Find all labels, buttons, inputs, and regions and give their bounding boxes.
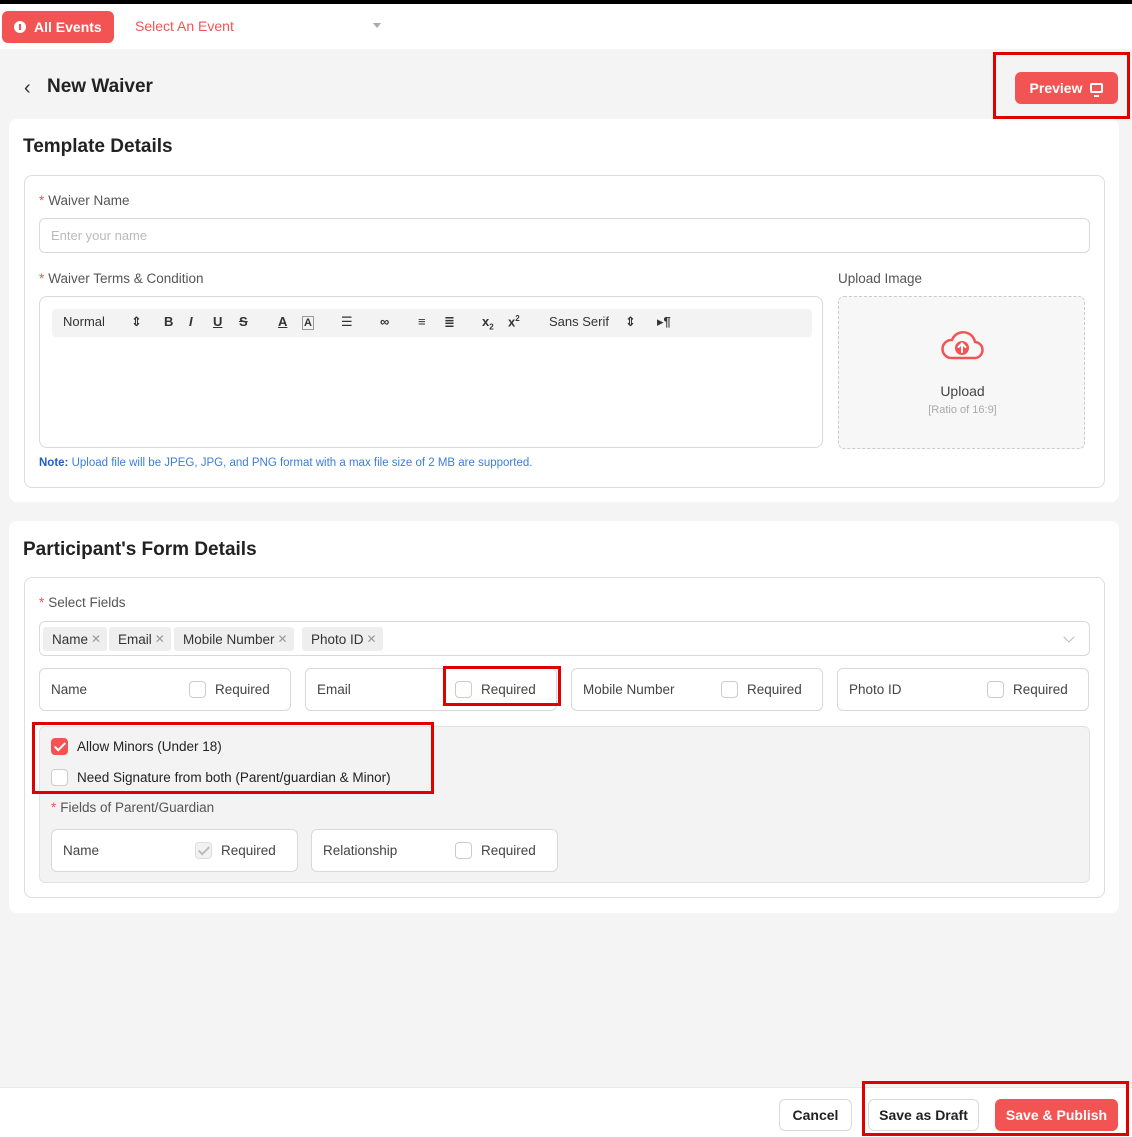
save-draft-button[interactable]: Save as Draft: [868, 1099, 979, 1131]
event-select[interactable]: Select An Event: [135, 18, 234, 34]
field-option-name: Name Required: [39, 668, 291, 711]
monitor-icon: [1090, 83, 1104, 97]
guardian-field-relationship: Relationship Required: [311, 829, 558, 872]
close-icon[interactable]: ✕: [278, 632, 288, 646]
select-fields-input[interactable]: Name ✕ Email ✕ Mobile Number ✕ Photo ID ✕: [39, 621, 1090, 656]
field-option-photo-id: Photo ID Required: [837, 668, 1089, 711]
close-icon[interactable]: ✕: [91, 632, 101, 646]
both-signature-checkbox[interactable]: [51, 769, 68, 786]
all-events-button[interactable]: All Events: [2, 11, 114, 43]
cancel-button[interactable]: Cancel: [779, 1099, 852, 1131]
terms-editor[interactable]: Normal ⇕ B I U S A A ☰ ∞ ≡ ≣ x2 x2 Sans …: [39, 296, 823, 448]
font-select-arrow-icon[interactable]: ⇕: [625, 314, 636, 330]
upload-hint: [Ratio of 16:9]: [928, 404, 997, 416]
required-checkbox[interactable]: [987, 681, 1004, 698]
save-publish-button[interactable]: Save & Publish: [995, 1099, 1118, 1131]
required-checkbox[interactable]: [455, 842, 472, 859]
field-tag[interactable]: Name ✕: [43, 627, 108, 651]
font-select[interactable]: Sans Serif: [549, 314, 609, 329]
preview-label: Preview: [1029, 80, 1083, 96]
participant-details-card: Participant's Form Details * Select Field…: [9, 521, 1119, 913]
required-checkbox[interactable]: [195, 842, 212, 859]
bold-icon[interactable]: B: [164, 314, 173, 329]
superscript-icon[interactable]: x2: [508, 314, 520, 329]
top-bar: All Events Select An Event: [0, 4, 1132, 49]
preview-button[interactable]: Preview: [1015, 72, 1118, 104]
both-signature-label: Need Signature from both (Parent/guardia…: [77, 770, 391, 785]
underline-icon[interactable]: U: [213, 314, 222, 329]
close-icon[interactable]: ✕: [367, 632, 377, 646]
required-checkbox[interactable]: [455, 681, 472, 698]
chevron-down-icon[interactable]: [1063, 631, 1075, 643]
guardian-fields-label: * Fields of Parent/Guardian: [51, 800, 215, 815]
section-title: Participant's Form Details: [23, 539, 257, 560]
field-tag[interactable]: Photo ID ✕: [302, 627, 383, 651]
field-tag[interactable]: Email ✕: [109, 627, 171, 651]
header-select-arrow-icon[interactable]: ⇕: [131, 314, 142, 330]
participant-form: * Select Fields Name ✕ Email ✕ Mobile Numbe…: [24, 577, 1105, 898]
field-option-email: Email Required: [305, 668, 557, 711]
section-title: Template Details: [23, 136, 173, 157]
upload-image-label: Upload Image: [838, 271, 923, 286]
field-option-mobile-number: Mobile Number Required: [571, 668, 823, 711]
italic-icon[interactable]: I: [189, 314, 193, 329]
editor-toolbar: Normal ⇕ B I U S A A ☰ ∞ ≡ ≣ x2 x2 Sans …: [52, 309, 812, 337]
upload-dropzone[interactable]: Upload [Ratio of 16:9]: [838, 296, 1085, 449]
page-title: New Waiver: [47, 76, 153, 97]
upload-text: Upload: [940, 383, 985, 399]
template-details-card: Template Details * Waiver Name Enter your…: [9, 119, 1119, 502]
footer-bar: Cancel Save as Draft Save & Publish: [0, 1087, 1132, 1137]
link-icon[interactable]: ∞: [380, 314, 389, 329]
ordered-list-icon[interactable]: ≡: [418, 314, 426, 329]
subscript-icon[interactable]: x2: [482, 314, 494, 332]
event-icon: [14, 21, 26, 33]
text-direction-icon[interactable]: ▸¶: [657, 314, 671, 330]
strike-icon[interactable]: S: [239, 314, 248, 329]
allow-minors-checkbox[interactable]: [51, 738, 68, 755]
back-arrow-icon[interactable]: ‹: [24, 78, 31, 98]
chevron-down-icon[interactable]: [373, 23, 381, 28]
minors-panel: Allow Minors (Under 18) Need Signature f…: [39, 726, 1090, 883]
allow-minors-label: Allow Minors (Under 18): [77, 739, 222, 754]
guardian-field-name: Name Required: [51, 829, 298, 872]
close-icon[interactable]: ✕: [155, 632, 165, 646]
bullet-list-icon[interactable]: ≣: [444, 314, 455, 330]
template-form: * Waiver Name Enter your name * Waiver Ter…: [24, 175, 1105, 488]
align-icon[interactable]: ☰: [341, 314, 353, 330]
text-color-icon[interactable]: A: [278, 314, 287, 329]
header-select[interactable]: Normal: [63, 314, 105, 329]
waiver-name-input[interactable]: Enter your name: [39, 218, 1090, 253]
cloud-upload-icon: [941, 331, 984, 360]
select-fields-label: * Select Fields: [39, 595, 126, 610]
background-color-icon[interactable]: A: [302, 316, 314, 330]
waiver-name-label: * Waiver Name: [39, 193, 130, 208]
terms-label: * Waiver Terms & Condition: [39, 271, 204, 286]
all-events-label: All Events: [34, 19, 102, 35]
required-checkbox[interactable]: [721, 681, 738, 698]
upload-note: Note: Upload file will be JPEG, JPG, and…: [39, 457, 533, 469]
field-tag[interactable]: Mobile Number ✕: [174, 627, 294, 651]
required-checkbox[interactable]: [189, 681, 206, 698]
